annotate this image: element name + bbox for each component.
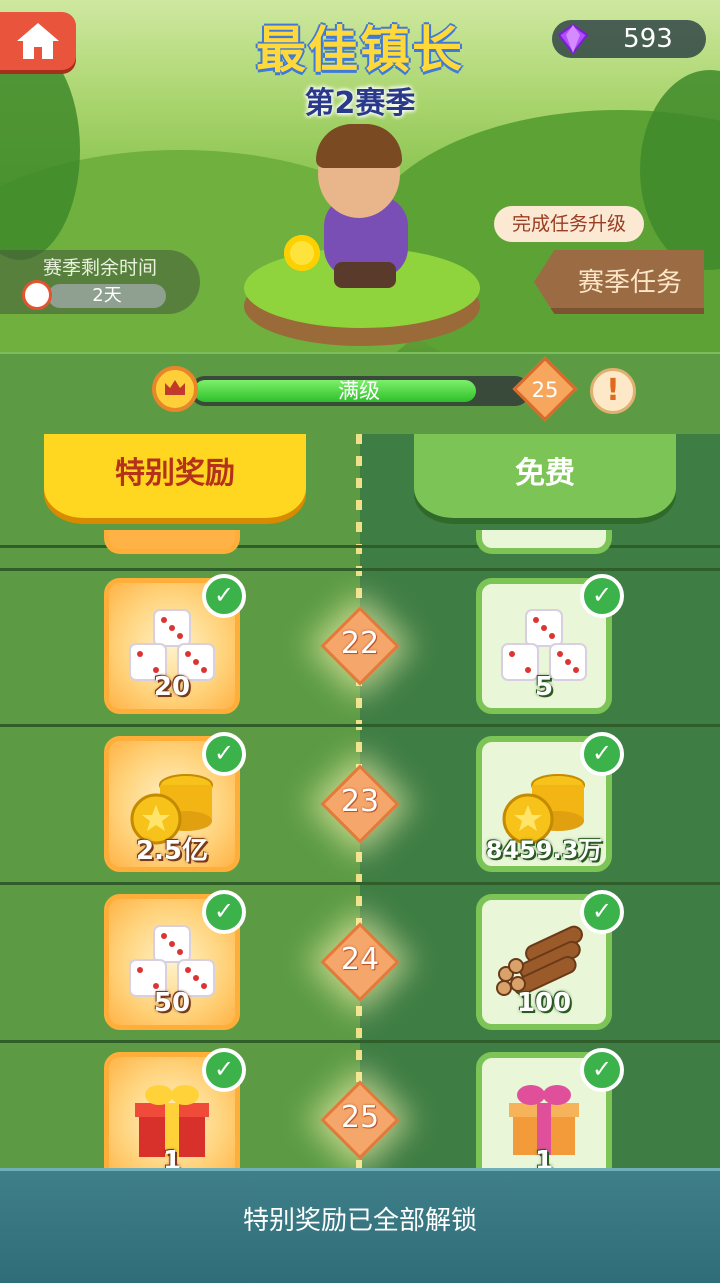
row-separator xyxy=(0,724,720,727)
partial-reward-card xyxy=(476,530,612,554)
info-button[interactable]: ! xyxy=(590,368,636,414)
mayor-legs xyxy=(334,262,396,288)
reward-qty: 50 xyxy=(153,988,191,1018)
home-button[interactable] xyxy=(0,12,76,70)
level-node-label: 24 xyxy=(340,942,380,977)
unlock-status-banner: 特别奖励已全部解锁 xyxy=(0,1168,720,1283)
row-separator xyxy=(0,882,720,885)
reward-qty: 20 xyxy=(153,672,191,702)
free-reward-header: 免费 xyxy=(414,434,676,518)
reward-qty: 2.5亿 xyxy=(135,836,209,866)
max-level-value: 25 xyxy=(531,378,559,402)
season-remaining-value: 2天 xyxy=(92,285,122,306)
claimed-check-icon: ✓ xyxy=(202,890,246,934)
reward-qty: 100 xyxy=(516,988,572,1018)
mayor-hair xyxy=(316,124,402,168)
page-title: 最佳镇长 xyxy=(256,21,464,79)
level-node-label: 25 xyxy=(340,1100,380,1135)
claimed-check-icon: ✓ xyxy=(202,732,246,776)
row-separator xyxy=(0,568,720,571)
task-tip-bubble: 完成任务升级 xyxy=(494,206,644,242)
partial-reward-card xyxy=(104,530,240,554)
claimed-check-icon: ✓ xyxy=(580,890,624,934)
alarm-clock-icon xyxy=(22,280,52,310)
crown-medal-icon xyxy=(152,366,198,412)
season-remaining-label: 赛季剩余时间 xyxy=(42,257,157,279)
claimed-check-icon: ✓ xyxy=(580,732,624,776)
special-reward-header: 特别奖励 xyxy=(44,434,306,518)
crown-icon xyxy=(165,380,185,395)
gem-icon xyxy=(557,23,589,55)
claimed-check-icon: ✓ xyxy=(580,574,624,618)
season-tasks-label: 赛季任务 xyxy=(577,268,682,298)
level-node-label: 23 xyxy=(340,784,380,819)
reward-qty: 8459.3万 xyxy=(485,836,603,864)
season-subtitle: 第2赛季 xyxy=(304,86,416,121)
reward-qty: 5 xyxy=(534,672,554,702)
home-icon xyxy=(17,23,59,59)
claimed-check-icon: ✓ xyxy=(202,574,246,618)
flower-icon xyxy=(284,235,320,271)
row-separator xyxy=(0,1040,720,1043)
level-progress-label: 满级 xyxy=(338,379,380,403)
level-node-label: 22 xyxy=(340,626,380,661)
gem-count: 593 xyxy=(623,24,673,54)
claimed-check-icon: ✓ xyxy=(580,1048,624,1092)
claimed-check-icon: ✓ xyxy=(202,1048,246,1092)
